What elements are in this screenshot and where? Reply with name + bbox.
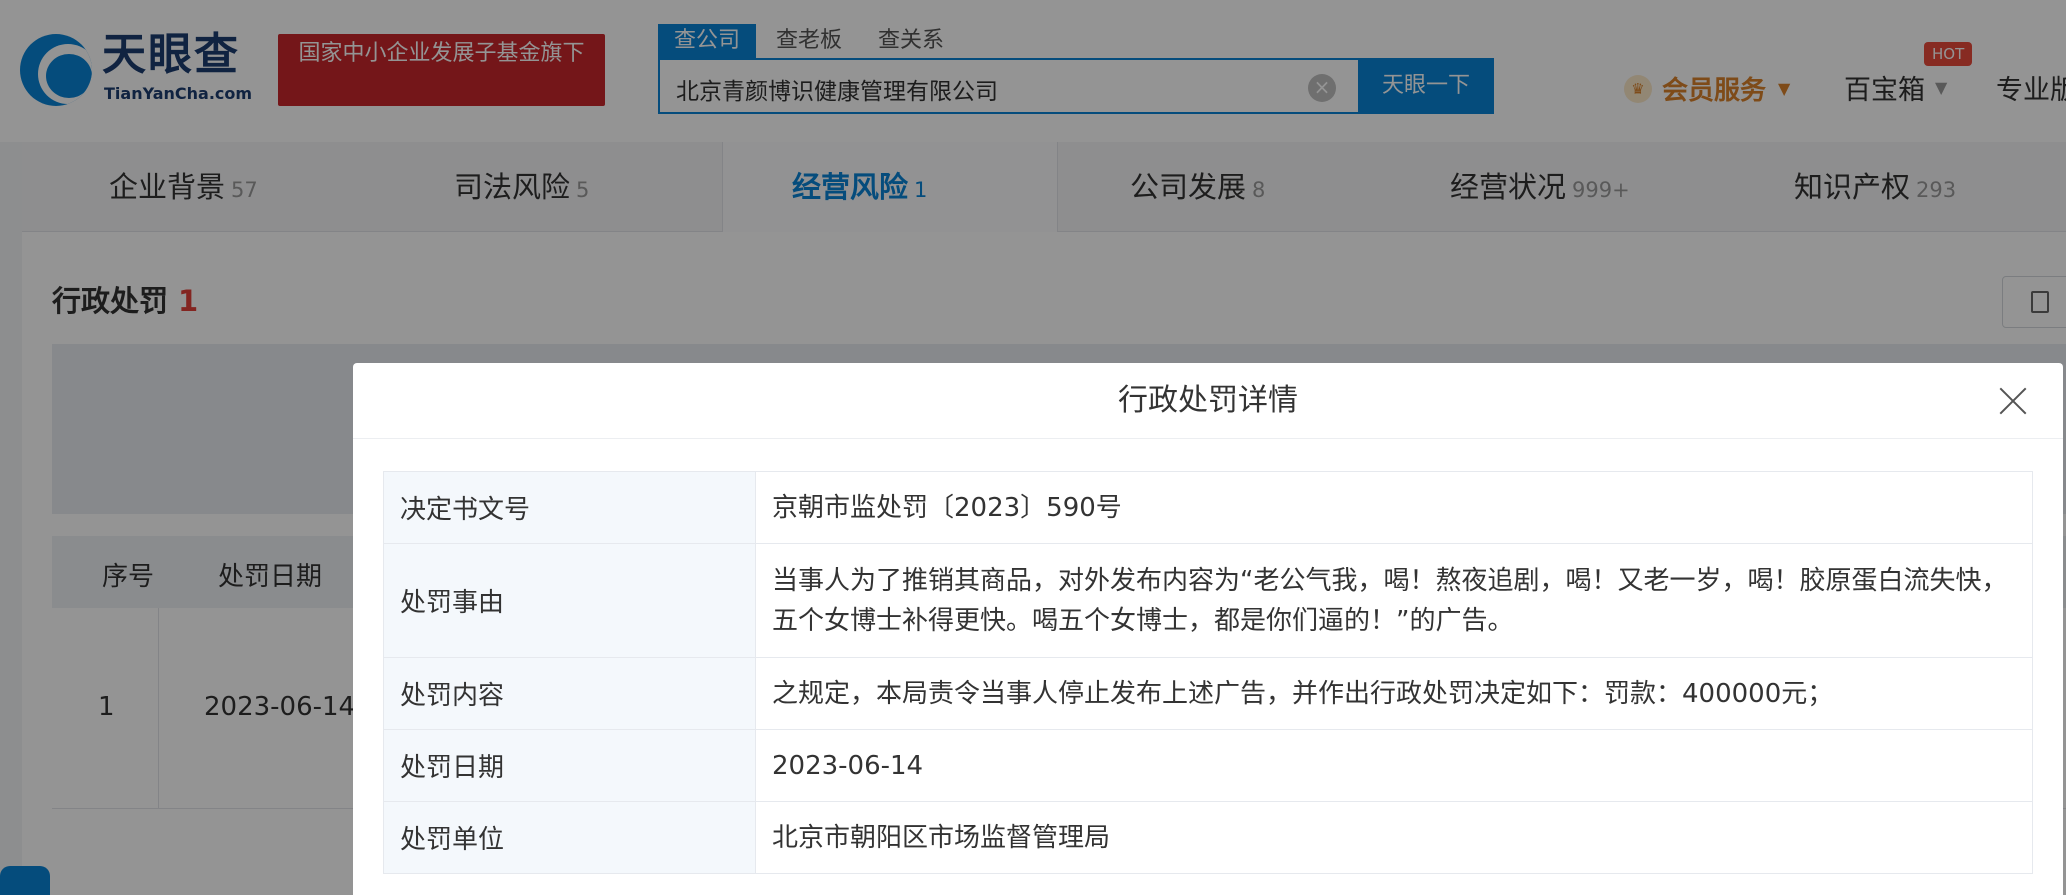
table-row: 处罚单位 北京市朝阳区市场监督管理局: [383, 801, 2033, 874]
modal-header: 行政处罚详情: [353, 363, 2063, 439]
table-row: 处罚日期 2023-06-14: [383, 729, 2033, 802]
penalty-detail-modal: 行政处罚详情 决定书文号 京朝市监处罚〔2023〕590号 处罚事由 当事人为了…: [353, 363, 2063, 895]
field-label: 处罚日期: [383, 729, 756, 802]
table-row: 处罚内容 之规定，本局责令当事人停止发布上述广告，并作出行政处罚决定如下：罚款：…: [383, 657, 2033, 730]
field-value: 当事人为了推销其商品，对外发布内容为“老公气我，喝！熬夜追剧，喝！又老一岁，喝！…: [755, 543, 2033, 658]
field-value: 北京市朝阳区市场监督管理局: [755, 801, 2033, 874]
field-label: 处罚内容: [383, 657, 756, 730]
field-value: 京朝市监处罚〔2023〕590号: [755, 471, 2033, 544]
field-label: 处罚事由: [383, 543, 756, 658]
close-icon[interactable]: [1993, 381, 2033, 421]
field-label: 处罚单位: [383, 801, 756, 874]
field-label: 决定书文号: [383, 471, 756, 544]
modal-title: 行政处罚详情: [1118, 383, 1298, 418]
field-value: 之规定，本局责令当事人停止发布上述广告，并作出行政处罚决定如下：罚款：40000…: [755, 657, 2033, 730]
penalty-detail-table: 决定书文号 京朝市监处罚〔2023〕590号 处罚事由 当事人为了推销其商品，对…: [383, 471, 2033, 874]
table-row: 处罚事由 当事人为了推销其商品，对外发布内容为“老公气我，喝！熬夜追剧，喝！又老…: [383, 543, 2033, 658]
table-row: 决定书文号 京朝市监处罚〔2023〕590号: [383, 471, 2033, 544]
field-value: 2023-06-14: [755, 729, 2033, 802]
